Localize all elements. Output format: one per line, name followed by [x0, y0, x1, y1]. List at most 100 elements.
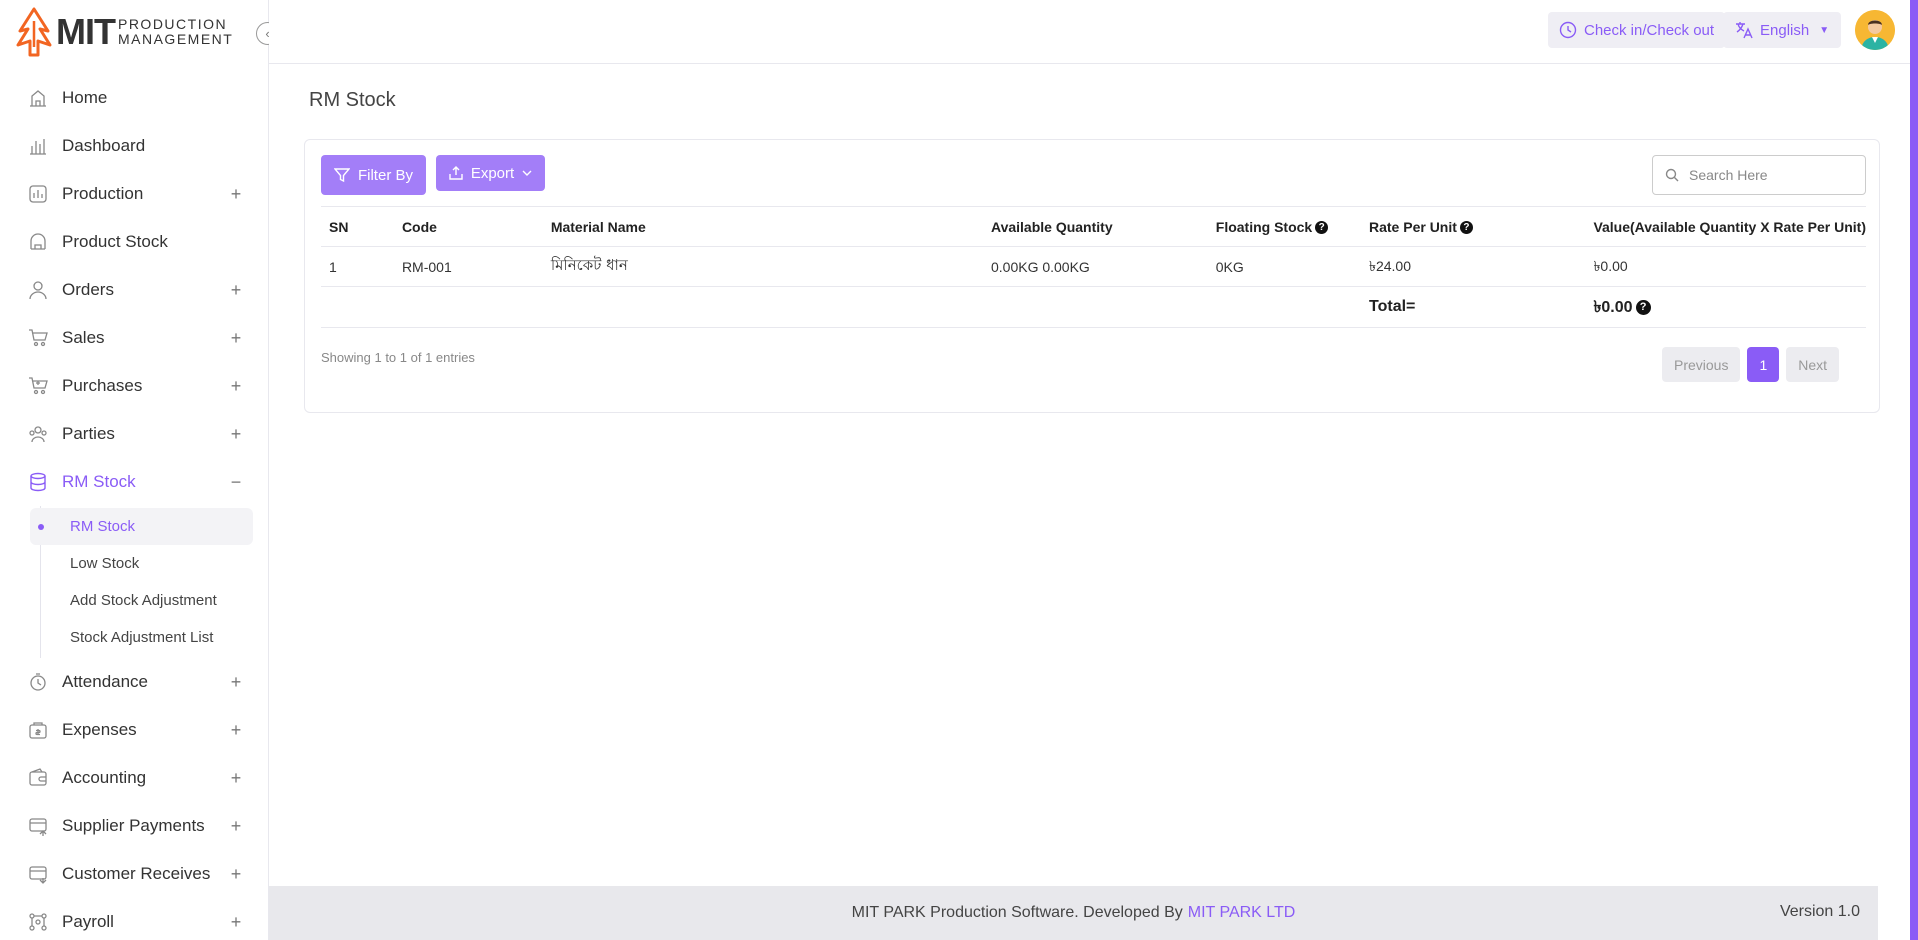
expand-icon[interactable]: + — [229, 376, 243, 397]
export-label: Export — [470, 164, 515, 182]
sidebar-item-label: Parties — [62, 424, 115, 443]
expand-icon[interactable]: + — [229, 912, 243, 933]
total-row: Total= ৳0.00? — [321, 286, 1866, 328]
rm-stock-icon — [28, 472, 48, 492]
language-dropdown[interactable]: English ▼ — [1723, 12, 1842, 48]
page-title: RM Stock — [309, 89, 396, 111]
sidebar-item-sales[interactable]: Sales + — [0, 314, 269, 362]
expand-icon[interactable]: + — [229, 424, 243, 445]
dashboard-icon — [28, 136, 48, 156]
rm-stock-table: SN Code Material Name Available Quantity… — [321, 206, 1866, 328]
user-avatar[interactable] — [1855, 10, 1895, 50]
sidebar-item-label: Product Stock — [62, 232, 168, 251]
logo-subtitle: PRODUCTION MANAGEMENT — [118, 17, 233, 47]
expand-icon[interactable]: + — [229, 184, 243, 205]
entries-info: Showing 1 to 1 of 1 entries — [321, 350, 475, 365]
column-header-label: Floating Stock — [1215, 218, 1313, 235]
brand-logo[interactable]: MIT PRODUCTION MANAGEMENT — [16, 6, 233, 58]
logo-line-2: MANAGEMENT — [117, 31, 234, 47]
table-row: 1 RM-001 মিনিকেট ধান 0.00KG 0.00KG 0KG ৳… — [321, 246, 1866, 287]
cell-rate-per-unit: ৳24.00 — [1361, 246, 1586, 287]
sidebar-item-home[interactable]: Home — [0, 74, 269, 122]
help-icon[interactable]: ? — [1459, 221, 1473, 235]
column-header-floating-stock[interactable]: Floating Stock? — [1207, 206, 1361, 247]
footer-developer-link[interactable]: MIT PARK LTD — [1188, 904, 1296, 922]
expand-icon[interactable]: + — [229, 328, 243, 349]
rm-stock-card: Filter By Export SN Code Material Name A… — [304, 139, 1880, 413]
help-icon[interactable]: ? — [1315, 221, 1329, 235]
column-header-sn[interactable]: SN — [321, 206, 394, 247]
sidebar-item-label: Customer Receives — [62, 864, 211, 883]
rm-stock-submenu: RM Stock Low Stock Add Stock Adjustment … — [30, 506, 269, 658]
home-icon — [28, 88, 48, 108]
sidebar-item-product-stock[interactable]: Product Stock — [0, 218, 269, 266]
language-label: English — [1760, 21, 1810, 39]
sidebar-item-payroll[interactable]: Payroll + — [0, 898, 269, 940]
expand-icon[interactable]: + — [229, 768, 243, 789]
expand-icon[interactable]: + — [229, 864, 243, 885]
cell-value: ৳0.00 — [1585, 246, 1866, 287]
submenu-item-add-stock-adjustment[interactable]: Add Stock Adjustment — [30, 582, 253, 619]
sidebar-item-purchases[interactable]: Purchases + — [0, 362, 269, 410]
sidebar-item-label: Accounting — [62, 768, 147, 787]
pagination-page-1[interactable]: 1 — [1747, 347, 1780, 382]
expand-icon[interactable]: + — [229, 720, 243, 741]
search-box — [1652, 155, 1866, 195]
filter-by-button[interactable]: Filter By — [321, 155, 426, 195]
column-header-code[interactable]: Code — [393, 206, 543, 247]
filter-by-label: Filter By — [357, 166, 413, 184]
search-icon — [1665, 168, 1679, 182]
sidebar-item-orders[interactable]: Orders + — [0, 266, 269, 314]
clock-icon — [1559, 21, 1577, 39]
chevron-down-icon — [522, 168, 532, 178]
expand-icon[interactable]: + — [229, 672, 243, 693]
total-spacer — [321, 286, 1361, 328]
help-icon[interactable]: ? — [1635, 299, 1651, 315]
filter-icon — [333, 167, 350, 183]
sidebar-item-supplier-payments[interactable]: Supplier Payments + — [0, 802, 269, 850]
expenses-icon — [28, 720, 48, 740]
sidebar-item-attendance[interactable]: Attendance + — [0, 658, 269, 706]
column-header-rate-per-unit[interactable]: Rate Per Unit? — [1361, 206, 1586, 247]
sidebar-item-customer-receives[interactable]: Customer Receives + — [0, 850, 269, 898]
sidebar-item-label: Attendance — [62, 672, 149, 691]
column-header-value[interactable]: Value(Available Quantity X Rate Per Unit… — [1585, 206, 1866, 247]
pagination-previous[interactable]: Previous — [1662, 347, 1741, 382]
upload-icon — [449, 166, 463, 180]
sidebar-item-accounting[interactable]: Accounting + — [0, 754, 269, 802]
column-header-material-name[interactable]: Material Name — [542, 206, 983, 247]
sidebar-item-label: Home — [62, 88, 108, 107]
logo-line-1: PRODUCTION — [117, 16, 228, 32]
expand-icon[interactable]: + — [229, 280, 243, 301]
column-header-available-quantity[interactable]: Available Quantity — [982, 206, 1208, 247]
search-input[interactable] — [1689, 167, 1849, 183]
sidebar-item-label: Production — [62, 184, 144, 203]
check-in-out-button[interactable]: Check in/Check out — [1548, 12, 1726, 48]
sidebar-item-production[interactable]: Production + — [0, 170, 269, 218]
sidebar-item-expenses[interactable]: Expenses + — [0, 706, 269, 754]
submenu-item-rm-stock[interactable]: RM Stock — [30, 508, 253, 545]
cell-sn: 1 — [321, 246, 394, 287]
version-label: Version 1.0 — [1779, 903, 1860, 920]
supplier-payments-icon — [28, 816, 48, 836]
sidebar-item-dashboard[interactable]: Dashboard — [0, 122, 269, 170]
total-value-cell: ৳0.00? — [1585, 286, 1866, 328]
collapse-icon[interactable]: − — [229, 472, 243, 493]
cell-floating-stock: 0KG — [1207, 246, 1361, 287]
sidebar-item-label: Dashboard — [62, 136, 146, 155]
column-header-label: Code — [401, 218, 437, 235]
translate-icon — [1735, 21, 1753, 39]
production-icon — [28, 184, 48, 204]
submenu-item-low-stock[interactable]: Low Stock — [30, 545, 253, 582]
sidebar-item-rm-stock[interactable]: RM Stock − — [0, 458, 269, 506]
expand-icon[interactable]: + — [229, 816, 243, 837]
sidebar-item-parties[interactable]: Parties + — [0, 410, 269, 458]
export-dropdown-button[interactable]: Export — [436, 155, 545, 191]
submenu-item-stock-adjustment-list[interactable]: Stock Adjustment List — [30, 619, 253, 656]
sidebar-item-label: RM Stock — [62, 472, 136, 491]
footer: MIT PARK Production Software. Developed … — [269, 886, 1878, 940]
right-edge-strip — [1910, 0, 1918, 940]
footer-text: MIT PARK Production Software. Developed … — [851, 904, 1183, 921]
pagination-next[interactable]: Next — [1786, 347, 1840, 382]
check-in-out-label: Check in/Check out — [1584, 21, 1715, 39]
